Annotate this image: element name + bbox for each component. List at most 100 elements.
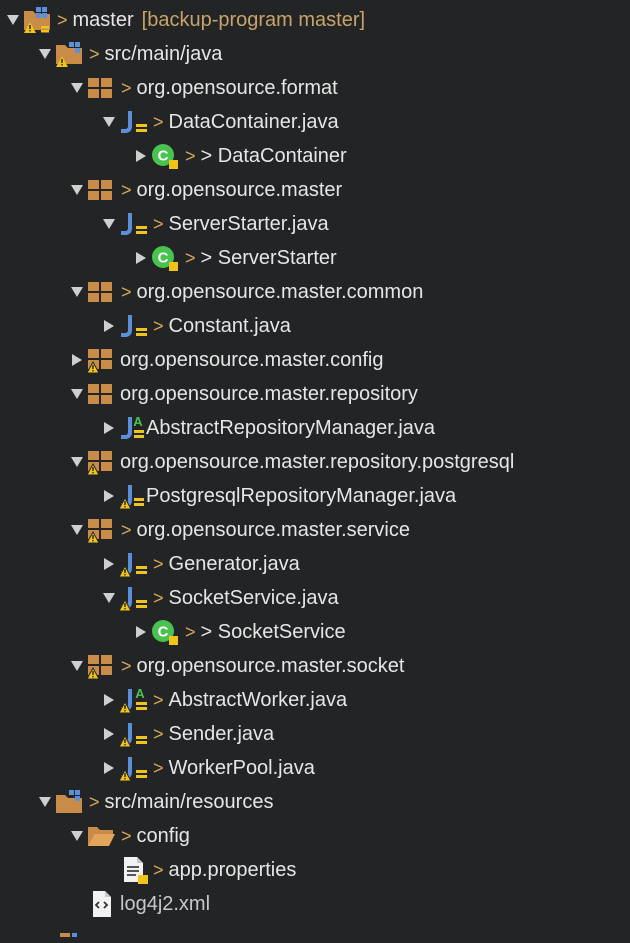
class-icon: C bbox=[150, 139, 184, 173]
chevron-right-icon[interactable] bbox=[100, 751, 118, 785]
chevron-down-icon[interactable] bbox=[68, 445, 86, 479]
tree-node-java-file[interactable]: A AbstractRepositoryManager.java bbox=[100, 411, 435, 445]
chevron-down-icon[interactable] bbox=[100, 581, 118, 615]
tree-node-label: ServerStarter.java bbox=[168, 212, 329, 235]
java-file-warning-icon bbox=[118, 751, 152, 785]
tree-node-package[interactable]: org.opensource.master.config bbox=[68, 343, 384, 377]
chevron-right-icon[interactable] bbox=[132, 139, 150, 173]
tree-node-java-file[interactable]: > SocketService.java bbox=[100, 581, 339, 615]
svg-text:A: A bbox=[133, 414, 143, 429]
chevron-down-icon[interactable] bbox=[68, 649, 86, 683]
tree-node-package[interactable]: org.opensource.master.repository bbox=[68, 377, 418, 411]
dirty-marker: > bbox=[153, 111, 164, 132]
tree-node-label: org.opensource.master.repository.postgre… bbox=[120, 450, 515, 473]
tree-node-folder[interactable]: > config bbox=[68, 819, 190, 853]
dirty-marker: > bbox=[153, 553, 164, 574]
chevron-down-icon[interactable] bbox=[4, 3, 22, 37]
dirty-marker: > bbox=[153, 757, 164, 778]
dirty-marker: > bbox=[121, 655, 132, 676]
tree-node-label: DataContainer.java bbox=[168, 110, 339, 133]
java-file-icon bbox=[118, 309, 152, 343]
tree-node-class[interactable]: C > > ServerStarter bbox=[132, 241, 337, 275]
dirty-marker: > bbox=[153, 213, 164, 234]
tree-node-label: > ServerStarter bbox=[200, 246, 337, 269]
tree-node-label: config bbox=[136, 824, 190, 847]
chevron-right-icon[interactable] bbox=[100, 683, 118, 717]
dirty-marker: > bbox=[121, 519, 132, 540]
tree-node-label: src/main/resources bbox=[104, 790, 274, 813]
package-warning-icon bbox=[86, 445, 120, 479]
dirty-marker: > bbox=[185, 621, 196, 642]
chevron-right-icon[interactable] bbox=[100, 717, 118, 751]
xml-file-icon bbox=[86, 887, 120, 921]
chevron-right-icon[interactable] bbox=[100, 479, 118, 513]
chevron-right-icon[interactable] bbox=[132, 241, 150, 275]
tree-node-java-file[interactable]: > Generator.java bbox=[100, 547, 300, 581]
tree-node-label: log4j2.xml bbox=[120, 892, 211, 915]
tree-node-java-file[interactable]: > WorkerPool.java bbox=[100, 751, 315, 785]
chevron-right-icon[interactable] bbox=[68, 343, 86, 377]
tree-node-package[interactable]: > org.opensource.format bbox=[68, 71, 338, 105]
tree-node-label: WorkerPool.java bbox=[168, 756, 315, 779]
tree-node-label: > DataContainer bbox=[200, 144, 347, 167]
tree-node-java-file[interactable]: > Sender.java bbox=[100, 717, 274, 751]
tree-node-java-file[interactable]: A > AbstractWorker.java bbox=[100, 683, 347, 717]
chevron-right-icon[interactable] bbox=[132, 615, 150, 649]
tree-node-label: org.opensource.master.common bbox=[136, 280, 424, 303]
tree-node-source-folder[interactable]: > src/main/java bbox=[36, 37, 222, 71]
project-folder-icon bbox=[22, 3, 56, 37]
dirty-marker: > bbox=[153, 859, 164, 880]
chevron-down-icon[interactable] bbox=[68, 819, 86, 853]
tree-node-package[interactable]: > org.opensource.master.common bbox=[68, 275, 423, 309]
tree-node-package[interactable]: > org.opensource.master.socket bbox=[68, 649, 404, 683]
chevron-down-icon[interactable] bbox=[36, 37, 54, 71]
chevron-right-icon[interactable] bbox=[100, 309, 118, 343]
tree-node-project[interactable]: > master [backup-program master] bbox=[4, 3, 365, 37]
tree-node-source-folder[interactable]: > src/main/resources bbox=[36, 785, 273, 819]
chevron-down-icon[interactable] bbox=[36, 785, 54, 819]
dirty-marker: > bbox=[185, 247, 196, 268]
chevron-down-icon[interactable] bbox=[68, 513, 86, 547]
dirty-marker: > bbox=[153, 587, 164, 608]
package-icon bbox=[86, 173, 120, 207]
chevron-down-icon[interactable] bbox=[68, 275, 86, 309]
tree-node-java-file[interactable]: PostgresqlRepositoryManager.java bbox=[100, 479, 456, 513]
class-icon: C bbox=[150, 241, 184, 275]
tree-node-package[interactable]: > org.opensource.master bbox=[68, 173, 342, 207]
tree-node-java-file[interactable]: > DataContainer.java bbox=[100, 105, 339, 139]
svg-text:C: C bbox=[158, 148, 169, 165]
java-file-warning-icon bbox=[118, 717, 152, 751]
chevron-down-icon[interactable] bbox=[68, 173, 86, 207]
tree-node-label: org.opensource.master.config bbox=[120, 348, 384, 371]
dirty-marker: > bbox=[153, 315, 164, 336]
chevron-down-icon[interactable] bbox=[68, 71, 86, 105]
project-explorer-tree[interactable]: > master [backup-program master] > src/m… bbox=[0, 0, 630, 937]
tree-node-file[interactable]: > app.properties bbox=[100, 853, 296, 887]
tree-node-package[interactable]: > org.opensource.master.service bbox=[68, 513, 410, 547]
tree-node-label: Sender.java bbox=[168, 722, 275, 745]
tree-node-java-file[interactable]: > ServerStarter.java bbox=[100, 207, 329, 241]
dirty-marker: > bbox=[89, 791, 100, 812]
tree-node-class[interactable]: C > > DataContainer bbox=[132, 139, 347, 173]
tree-node-java-file[interactable]: > Constant.java bbox=[100, 309, 291, 343]
chevron-right-icon[interactable] bbox=[100, 547, 118, 581]
source-folder-icon bbox=[54, 37, 88, 71]
tree-node-label: AbstractWorker.java bbox=[168, 688, 348, 711]
tree-node-label: org.opensource.master.repository bbox=[120, 382, 418, 405]
package-icon bbox=[86, 377, 120, 411]
tree-node-label: src/main/java bbox=[104, 42, 223, 65]
tree-node-file[interactable]: log4j2.xml bbox=[68, 887, 210, 921]
folder-open-icon bbox=[86, 819, 120, 853]
chevron-down-icon[interactable] bbox=[100, 105, 118, 139]
chevron-down-icon[interactable] bbox=[68, 377, 86, 411]
dirty-marker: > bbox=[89, 43, 100, 64]
tree-node-package[interactable]: org.opensource.master.repository.postgre… bbox=[68, 445, 514, 479]
properties-file-icon bbox=[118, 853, 152, 887]
chevron-down-icon[interactable] bbox=[100, 207, 118, 241]
java-file-warning-icon bbox=[118, 479, 146, 513]
tree-node-class[interactable]: C > > SocketService bbox=[132, 615, 346, 649]
dirty-marker: > bbox=[121, 825, 132, 846]
dirty-marker: > bbox=[153, 689, 164, 710]
chevron-right-icon[interactable] bbox=[100, 411, 118, 445]
